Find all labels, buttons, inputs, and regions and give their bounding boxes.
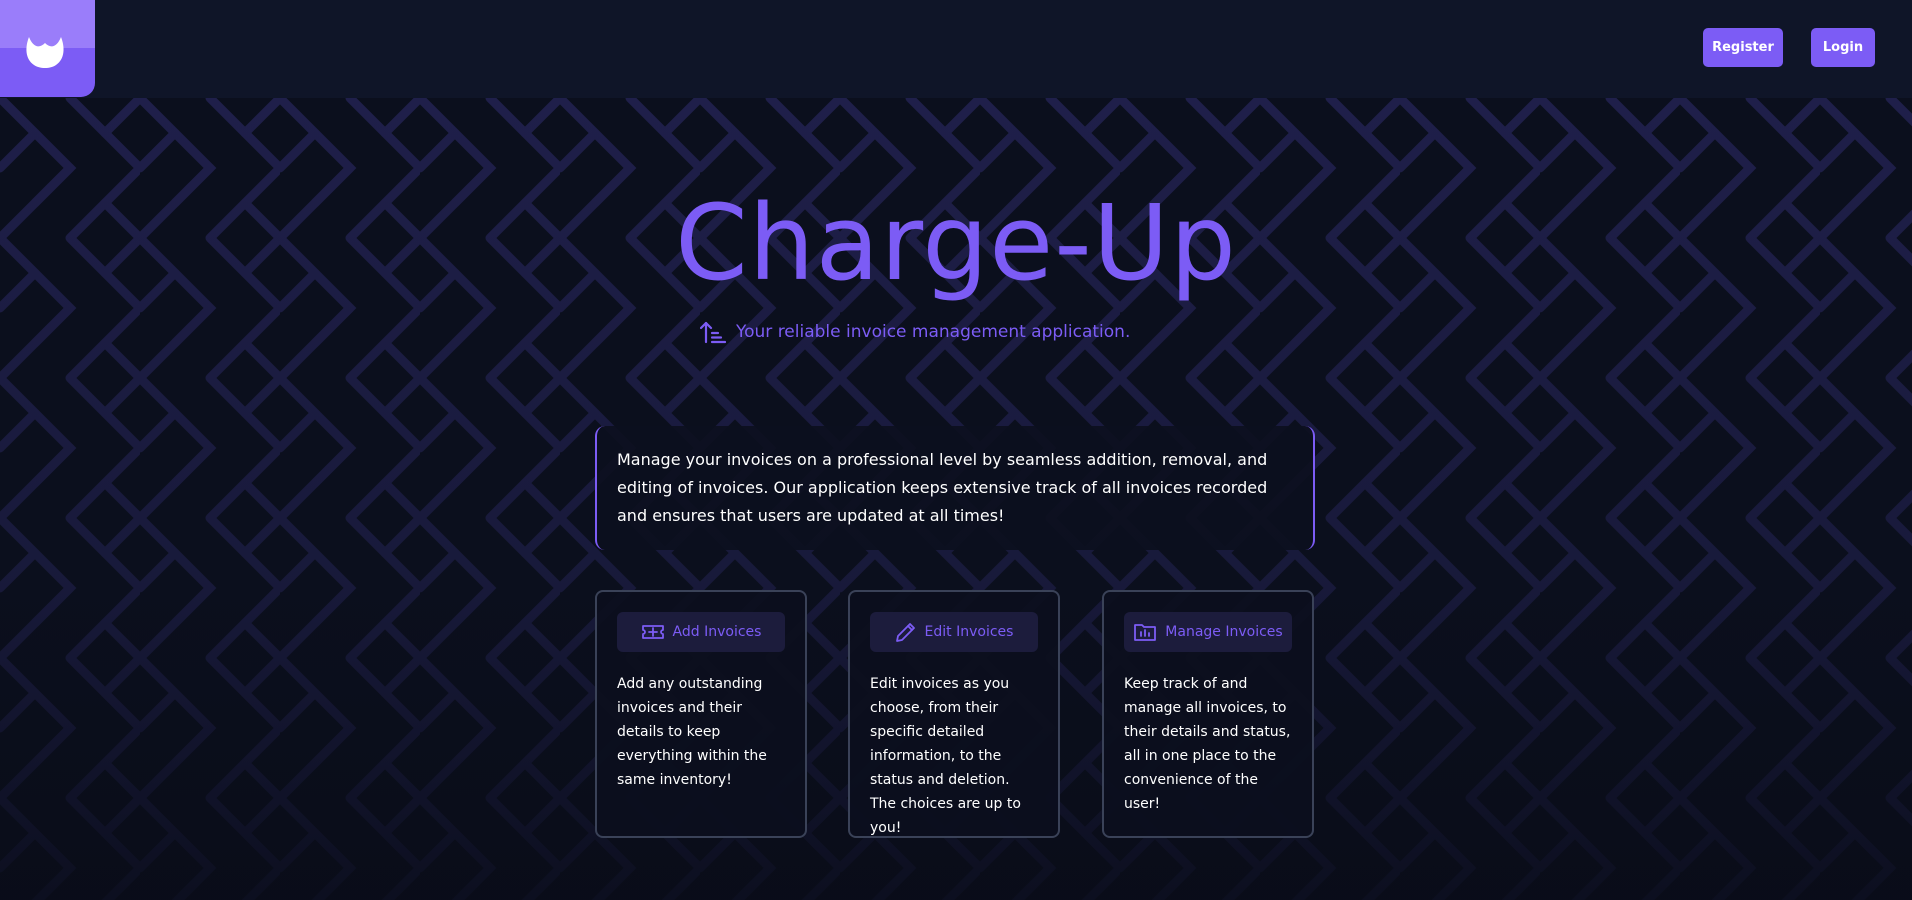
pencil-icon: [895, 623, 915, 642]
add-invoices-description: Add any outstanding invoices and their d…: [617, 676, 767, 788]
feature-card-manage: Manage Invoices Keep track of and manage…: [1102, 590, 1314, 838]
tagline-text: Your reliable invoice management applica…: [736, 322, 1131, 342]
manage-invoices-description: Keep track of and manage all invoices, t…: [1124, 676, 1291, 812]
intro-panel: Manage your invoices on a professional l…: [595, 426, 1315, 550]
top-navbar: Register Login: [0, 0, 1912, 98]
folder-chart-icon: [1134, 624, 1157, 641]
edit-invoices-label[interactable]: Edit Invoices: [870, 612, 1038, 652]
feature-card-edit: Edit Invoices Edit invoices as you choos…: [848, 590, 1060, 838]
edit-invoices-description: Edit invoices as you choose, from their …: [870, 676, 1021, 836]
hero-title: Charge-Up: [675, 182, 1237, 304]
manage-invoices-label[interactable]: Manage Invoices: [1124, 612, 1292, 652]
flame-drop-icon: [26, 37, 64, 68]
tagline: Your reliable invoice management applica…: [700, 318, 1130, 346]
main-content: Charge-Up Your reliable invoice manageme…: [0, 0, 1912, 900]
add-invoices-label[interactable]: Add Invoices: [617, 612, 785, 652]
login-button[interactable]: Login: [1811, 28, 1875, 67]
edit-invoices-text: Edit Invoices: [924, 624, 1014, 640]
app-logo[interactable]: [0, 0, 95, 97]
feature-card-add: Add Invoices Add any outstanding invoice…: [595, 590, 807, 838]
add-invoices-text: Add Invoices: [672, 624, 762, 640]
sort-ascending-icon: [700, 321, 726, 344]
ticket-icon: [641, 625, 664, 639]
manage-invoices-text: Manage Invoices: [1165, 624, 1283, 640]
register-button[interactable]: Register: [1703, 28, 1783, 67]
intro-text: Manage your invoices on a professional l…: [617, 450, 1268, 525]
